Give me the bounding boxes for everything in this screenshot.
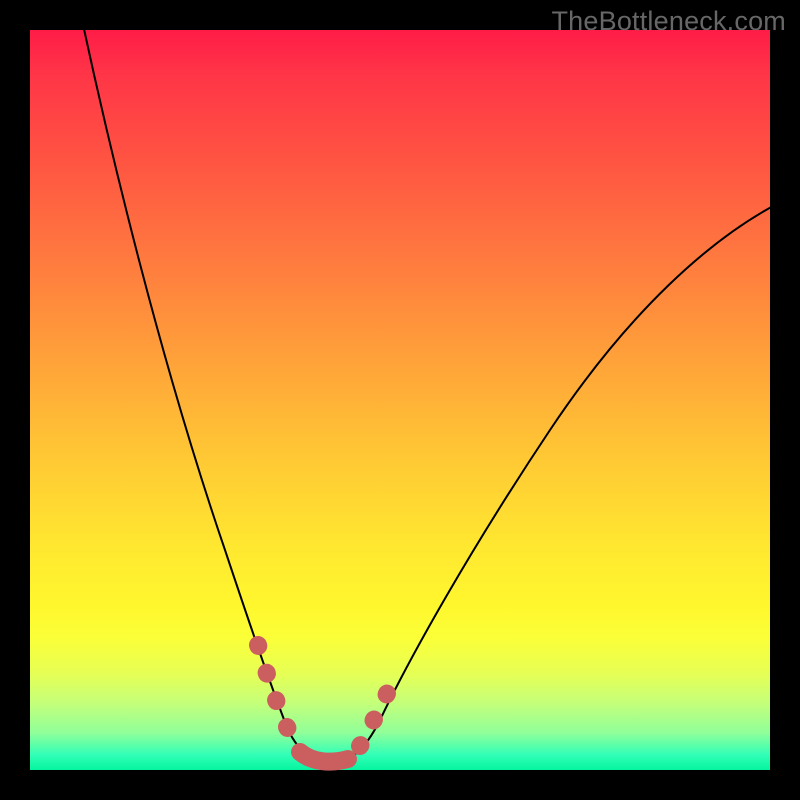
watermark-text: TheBottleneck.com [551, 6, 786, 37]
chart-container: TheBottleneck.com [0, 0, 800, 800]
highlight-left [258, 645, 296, 745]
highlight-bottom [300, 752, 348, 762]
curve-path [82, 20, 775, 763]
highlight-right [360, 675, 396, 746]
plot-area [30, 30, 770, 770]
bottleneck-curve [30, 30, 770, 770]
